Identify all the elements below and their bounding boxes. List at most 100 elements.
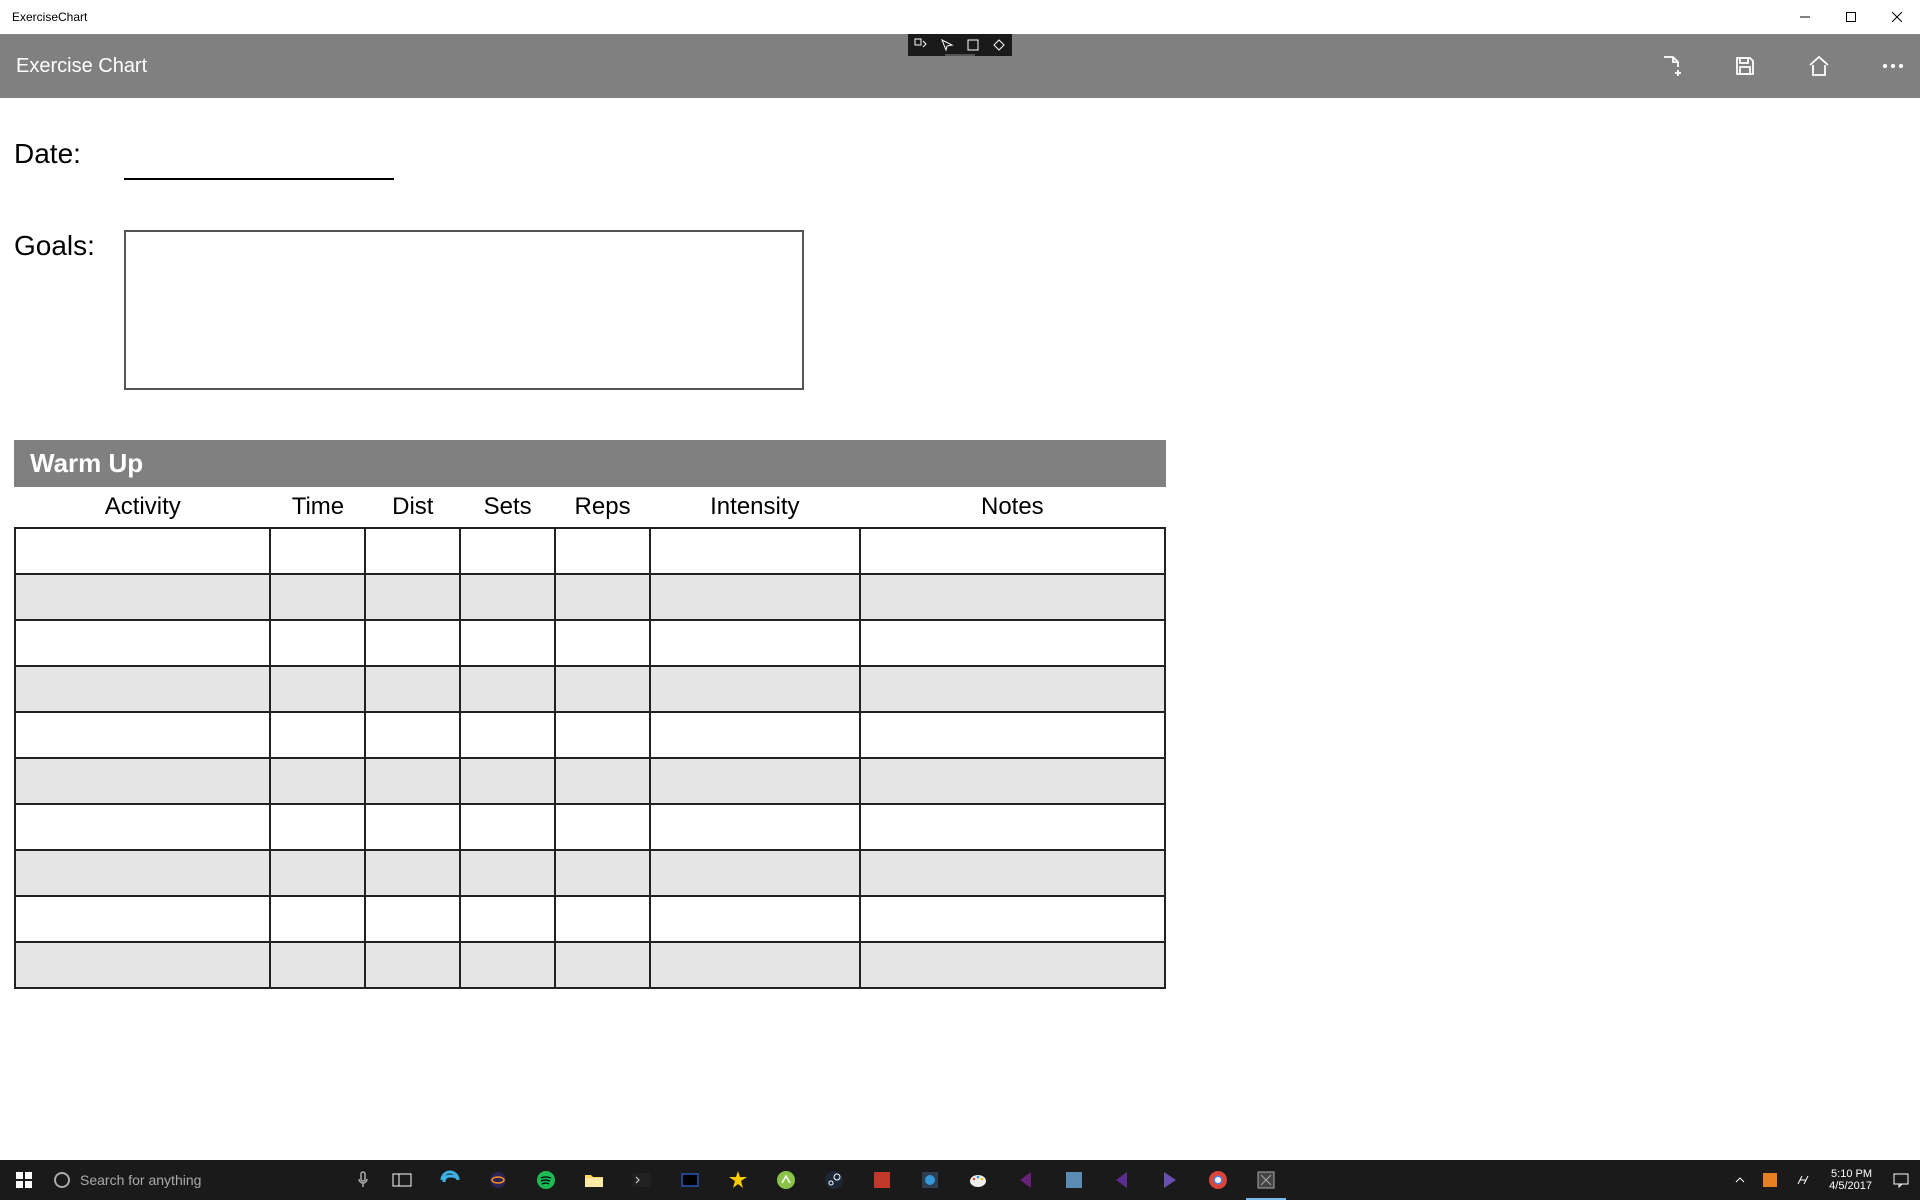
current-app-icon[interactable] [1242, 1160, 1290, 1200]
table-cell[interactable] [460, 528, 555, 574]
table-cell[interactable] [270, 942, 365, 988]
debug-toolbar-handle[interactable] [945, 54, 975, 56]
table-cell[interactable] [860, 666, 1165, 712]
table-cell[interactable] [15, 528, 270, 574]
table-cell[interactable] [270, 758, 365, 804]
table-cell[interactable] [860, 758, 1165, 804]
table-cell[interactable] [365, 758, 460, 804]
table-cell[interactable] [15, 574, 270, 620]
table-cell[interactable] [555, 804, 650, 850]
maximize-button[interactable] [1828, 0, 1874, 34]
visual-studio-icon[interactable] [1002, 1160, 1050, 1200]
table-cell[interactable] [650, 528, 860, 574]
table-cell[interactable] [460, 574, 555, 620]
start-button[interactable] [0, 1160, 48, 1200]
table-cell[interactable] [860, 528, 1165, 574]
table-cell[interactable] [270, 850, 365, 896]
app-blue-icon[interactable] [906, 1160, 954, 1200]
table-cell[interactable] [650, 666, 860, 712]
table-cell[interactable] [460, 942, 555, 988]
table-cell[interactable] [460, 758, 555, 804]
table-cell[interactable] [860, 712, 1165, 758]
table-cell[interactable] [270, 574, 365, 620]
table-cell[interactable] [270, 666, 365, 712]
table-cell[interactable] [15, 712, 270, 758]
more-button[interactable] [1880, 53, 1906, 79]
table-cell[interactable] [860, 896, 1165, 942]
table-cell[interactable] [365, 620, 460, 666]
spotify-icon[interactable] [522, 1160, 570, 1200]
date-input[interactable] [124, 146, 394, 180]
table-cell[interactable] [15, 942, 270, 988]
tray-fsharp-icon[interactable] [1791, 1160, 1813, 1200]
table-cell[interactable] [555, 758, 650, 804]
goals-textarea[interactable] [124, 230, 804, 390]
table-cell[interactable] [650, 896, 860, 942]
search-box[interactable]: Search for anything [48, 1160, 348, 1200]
table-cell[interactable] [555, 666, 650, 712]
table-cell[interactable] [555, 942, 650, 988]
table-cell[interactable] [555, 574, 650, 620]
table-cell[interactable] [650, 574, 860, 620]
table-cell[interactable] [365, 574, 460, 620]
blend-icon[interactable] [1146, 1160, 1194, 1200]
minimize-button[interactable] [1782, 0, 1828, 34]
table-cell[interactable] [365, 528, 460, 574]
table-cell[interactable] [650, 942, 860, 988]
save-button[interactable] [1732, 53, 1758, 79]
table-cell[interactable] [555, 528, 650, 574]
tray-chevron-icon[interactable] [1731, 1160, 1749, 1200]
table-cell[interactable] [650, 804, 860, 850]
action-center-icon[interactable] [1888, 1160, 1914, 1200]
table-cell[interactable] [650, 712, 860, 758]
table-cell[interactable] [555, 850, 650, 896]
table-cell[interactable] [15, 666, 270, 712]
close-button[interactable] [1874, 0, 1920, 34]
table-cell[interactable] [15, 758, 270, 804]
eclipse-icon[interactable] [474, 1160, 522, 1200]
paint-icon[interactable] [954, 1160, 1002, 1200]
table-cell[interactable] [270, 896, 365, 942]
tray-app-orange-icon[interactable] [1759, 1160, 1781, 1200]
app-red-icon[interactable] [858, 1160, 906, 1200]
table-cell[interactable] [460, 804, 555, 850]
home-button[interactable] [1806, 53, 1832, 79]
debug-select-icon[interactable] [934, 34, 960, 56]
table-cell[interactable] [15, 896, 270, 942]
table-cell[interactable] [650, 620, 860, 666]
table-cell[interactable] [460, 712, 555, 758]
table-cell[interactable] [270, 712, 365, 758]
edge-icon[interactable] [426, 1160, 474, 1200]
table-cell[interactable] [460, 666, 555, 712]
cortana-mic-icon[interactable] [348, 1160, 378, 1200]
table-cell[interactable] [860, 942, 1165, 988]
table-cell[interactable] [15, 804, 270, 850]
table-cell[interactable] [860, 620, 1165, 666]
file-explorer-icon[interactable] [570, 1160, 618, 1200]
table-cell[interactable] [365, 712, 460, 758]
debug-visual-tree-icon[interactable] [908, 34, 934, 56]
table-cell[interactable] [860, 574, 1165, 620]
putty-icon[interactable] [666, 1160, 714, 1200]
table-cell[interactable] [270, 804, 365, 850]
table-cell[interactable] [860, 850, 1165, 896]
table-cell[interactable] [650, 850, 860, 896]
terminal-icon[interactable] [618, 1160, 666, 1200]
table-cell[interactable] [365, 942, 460, 988]
task-view-icon[interactable] [378, 1160, 426, 1200]
table-cell[interactable] [365, 666, 460, 712]
table-cell[interactable] [460, 850, 555, 896]
table-cell[interactable] [860, 804, 1165, 850]
table-cell[interactable] [555, 896, 650, 942]
table-cell[interactable] [555, 620, 650, 666]
chrome-icon[interactable] [1194, 1160, 1242, 1200]
app-blue2-icon[interactable] [1050, 1160, 1098, 1200]
table-cell[interactable] [650, 758, 860, 804]
taskbar-clock[interactable]: 5:10 PM 4/5/2017 [1823, 1168, 1878, 1192]
table-cell[interactable] [365, 850, 460, 896]
steam-icon[interactable] [810, 1160, 858, 1200]
table-cell[interactable] [460, 896, 555, 942]
visual-studio-alt-icon[interactable] [1098, 1160, 1146, 1200]
table-cell[interactable] [270, 528, 365, 574]
table-cell[interactable] [15, 850, 270, 896]
